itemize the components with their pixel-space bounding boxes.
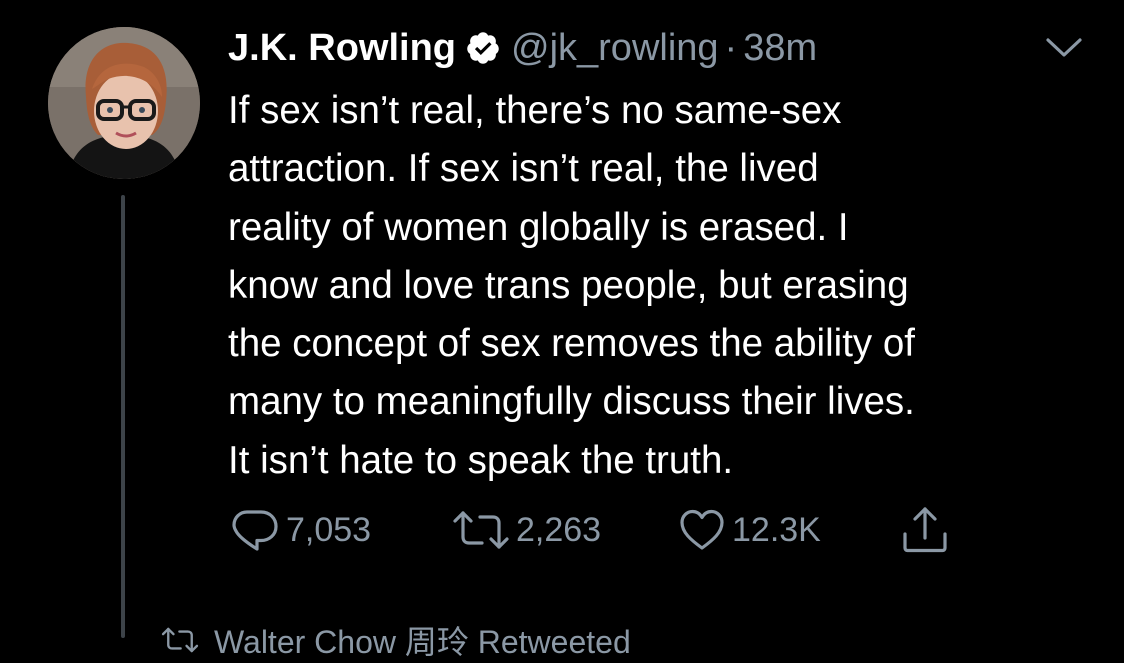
tweet-header: J.K. Rowling @jk_rowling · 38m (228, 24, 817, 72)
author-name[interactable]: J.K. Rowling (228, 24, 456, 72)
retweet-icon (161, 627, 199, 653)
retweet-button[interactable]: 2,263 (452, 506, 601, 554)
retweeted-by-row[interactable]: Walter Chow 周玲 Retweeted (160, 620, 631, 660)
tweet-body: If sex isn’t real, there’s no same-sex a… (228, 82, 1088, 490)
chevron-down-icon[interactable] (1044, 34, 1084, 62)
retweet-count: 2,263 (516, 510, 602, 549)
like-count: 12.3K (732, 510, 821, 549)
thread-connector-line (121, 195, 125, 638)
reply-icon (232, 510, 278, 551)
tweet-timestamp[interactable]: 38m (743, 24, 817, 72)
like-button[interactable]: 12.3K (678, 506, 821, 554)
share-icon (903, 507, 947, 553)
reply-button[interactable]: 7,053 (230, 506, 371, 554)
tweet-text-line: If sex isn’t real, there’s no same-sex (228, 89, 842, 132)
retweeted-by-label: Walter Chow 周玲 Retweeted (214, 624, 631, 660)
tweet-text-line: reality of women globally is erased. I (228, 205, 849, 249)
tweet-text-line: It isn’t hate to speak the truth. (228, 438, 734, 482)
verified-badge-icon (465, 30, 501, 66)
tweet-text-line: attraction. If sex isn’t real, the lived (228, 147, 819, 191)
reply-count: 7,053 (286, 510, 372, 549)
retweet-icon (453, 511, 509, 549)
author-handle[interactable]: @jk_rowling (511, 24, 719, 72)
tweet-text-line: many to meaningfully discuss their lives… (228, 380, 915, 424)
avatar-photo (48, 27, 200, 179)
tweet-text-line: know and love trans people, but erasing (228, 263, 909, 307)
header-separator: · (724, 27, 738, 69)
avatar[interactable] (48, 27, 200, 179)
share-button[interactable] (900, 506, 950, 554)
heart-icon (680, 509, 724, 550)
tweet-text-line: the concept of sex removes the ability o… (228, 322, 915, 366)
